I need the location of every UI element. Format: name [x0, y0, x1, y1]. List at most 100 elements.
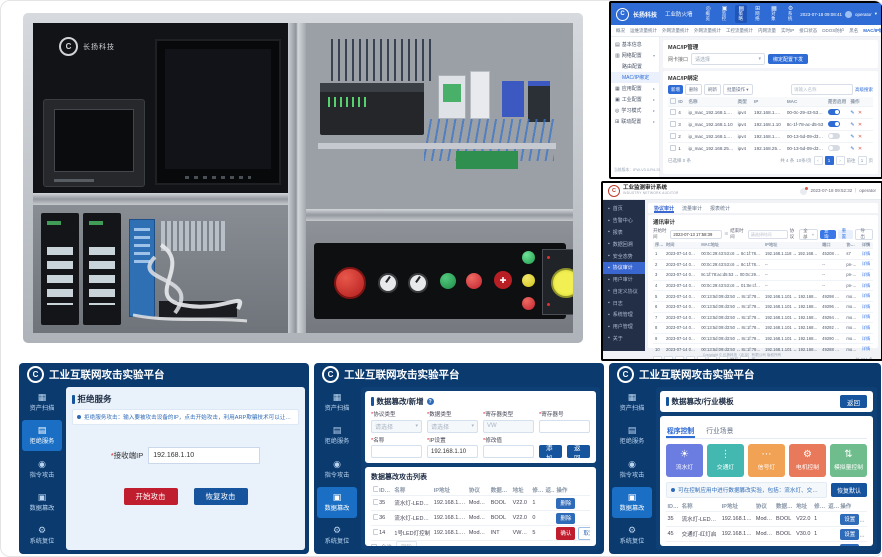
export-button[interactable]: 导出 — [855, 229, 873, 240]
calendar-icon[interactable]: ⊞ — [724, 231, 728, 237]
tab-protocol-audit[interactable]: 协议审计 — [654, 203, 674, 213]
protocol-type-select[interactable]: 请选择▾ — [371, 420, 422, 433]
search-input[interactable] — [791, 84, 853, 95]
template-tile[interactable]: ⚙ 电机控制 — [789, 444, 826, 477]
platform-sidebar-item[interactable]: ▣ 数据篡改 — [317, 487, 357, 518]
template-tile[interactable]: ⋮ 交通灯 — [707, 444, 744, 477]
edit-icon[interactable]: ✎ — [850, 122, 854, 128]
audit-sidebar-item[interactable]: ▪ 用户审计 — [603, 274, 645, 286]
firewall-nav-item[interactable]: ▤ 策略 — [735, 5, 747, 23]
delete-row-button[interactable]: 删除 — [556, 513, 575, 524]
template-tile[interactable]: ☀ 流水灯 — [666, 444, 703, 477]
add-button[interactable]: 新增 — [668, 85, 683, 94]
current-page[interactable]: 1 — [825, 156, 834, 165]
goto-page-input[interactable]: 1 — [858, 156, 867, 165]
edit-icon[interactable]: ✎ — [850, 134, 854, 140]
audit-sidebar-item[interactable]: ▪ 数据回溯 — [603, 238, 645, 250]
firewall-tab[interactable]: 外网流量统计 — [662, 28, 689, 34]
bell-icon[interactable] — [800, 188, 807, 195]
firewall-tab[interactable]: 工控流量统计 — [726, 28, 753, 34]
platform-sidebar-item[interactable]: ⚙ 系统复位 — [22, 520, 62, 551]
firewall-nav-item[interactable]: ▣ 监控 — [719, 5, 731, 23]
target-ip-input[interactable] — [148, 447, 260, 464]
firewall-tab[interactable]: 接口状态 — [799, 28, 817, 34]
delete-icon[interactable]: ✕ — [858, 146, 862, 152]
restore-default-button[interactable]: 恢复默认 — [831, 483, 867, 497]
template-tab[interactable]: 行业场景 — [705, 423, 734, 438]
audit-sidebar-item[interactable]: ▪ 用户管理 — [603, 321, 645, 333]
next-page-button[interactable]: › — [836, 156, 845, 165]
protocol-select[interactable]: 全部 ▾ — [799, 229, 818, 240]
page-size-select[interactable]: 10条/页 — [796, 158, 811, 164]
platform-sidebar-item[interactable]: ▤ 拒绝服务 — [612, 420, 652, 451]
firewall-tab[interactable]: 外网流量统计 — [694, 28, 721, 34]
back-button[interactable]: 返回 — [840, 395, 867, 408]
detail-link[interactable]: 详情 — [860, 293, 873, 299]
firewall-tab[interactable]: 黑名 — [849, 28, 858, 34]
data-type-select[interactable]: 请选择▾ — [427, 420, 478, 433]
firewall-tab[interactable]: 实时IP — [781, 28, 794, 34]
sidebar-item-linkage-config[interactable]: ⊞ 联动配置 ▸ — [611, 116, 659, 127]
set-button[interactable]: 设置 — [840, 544, 859, 547]
register-no-input[interactable] — [539, 420, 590, 433]
sidebar-item-mac-ip-binding[interactable]: MAC/IP绑定 — [611, 72, 659, 83]
firewall-nav-item[interactable]: ⚙ 系统 — [785, 5, 796, 23]
cancel-button[interactable]: 取消 — [578, 527, 590, 540]
row-checkbox[interactable] — [670, 121, 676, 127]
delete-row-button[interactable]: 删除 — [556, 498, 575, 509]
sidebar-item-basic-info[interactable]: ▤ 基本信息 — [611, 39, 659, 50]
firewall-tab[interactable]: 内网流量 — [758, 28, 776, 34]
firewall-tab[interactable]: DDOS防护 — [822, 28, 844, 34]
platform-sidebar-item[interactable]: ▦ 资产扫描 — [317, 387, 357, 418]
edit-icon[interactable]: ✎ — [850, 146, 854, 152]
nic-select[interactable]: 请选择 ▾ — [691, 53, 765, 65]
platform-sidebar-item[interactable]: ▦ 资产扫描 — [22, 387, 62, 418]
platform-sidebar-item[interactable]: ▣ 数据篡改 — [22, 487, 62, 518]
audit-sidebar-item[interactable]: ▪ 日志 — [603, 297, 645, 309]
ip-input[interactable]: 192.168.1.10 — [427, 445, 478, 458]
firewall-user-menu[interactable]: operator — [855, 12, 872, 17]
platform-sidebar-item[interactable]: ◉ 指令攻击 — [22, 453, 62, 484]
audit-sidebar-item[interactable]: ▪ 系统管理 — [603, 309, 645, 321]
platform-sidebar-item[interactable]: ◉ 指令攻击 — [612, 453, 652, 484]
enable-toggle[interactable] — [828, 145, 840, 151]
row-checkbox[interactable] — [670, 109, 676, 115]
detail-link[interactable]: 详情 — [860, 304, 873, 310]
firewall-tab[interactable]: MAC/IP绑定 — [863, 28, 881, 34]
platform-sidebar-item[interactable]: ▤ 拒绝服务 — [317, 420, 357, 451]
more-button[interactable]: 更多 — [861, 543, 867, 547]
firewall-tab[interactable]: 概况 — [616, 28, 625, 34]
tab-flow-audit[interactable]: 流量审计 — [682, 205, 702, 212]
platform-sidebar-item[interactable]: ⚙ 系统复位 — [317, 520, 357, 551]
sidebar-item-industry-config[interactable]: ▣ 工业配置 ▸ — [611, 94, 659, 105]
delete-icon[interactable]: ✕ — [858, 110, 862, 116]
detail-link[interactable]: 详情 — [860, 336, 873, 342]
info-icon[interactable]: ? — [427, 398, 434, 405]
sidebar-item-route-config[interactable]: 路由配置 — [611, 61, 659, 72]
set-button[interactable]: 设置 — [840, 529, 859, 540]
query-button[interactable]: 查询 — [820, 230, 836, 239]
firewall-nav-item[interactable]: ◎ 概览 — [703, 5, 714, 23]
enable-toggle[interactable] — [828, 109, 840, 115]
platform-sidebar-item[interactable]: ▦ 资产扫描 — [612, 387, 652, 418]
platform-sidebar-item[interactable]: ▤ 拒绝服务 — [22, 420, 62, 451]
detail-link[interactable]: 详情 — [860, 314, 873, 320]
audit-sidebar-item[interactable]: ▪ 协议审计 — [603, 262, 645, 274]
tab-report-stats[interactable]: 报表统计 — [710, 205, 730, 212]
refresh-button[interactable]: 刷新 — [704, 84, 721, 95]
delete-icon[interactable]: ✕ — [858, 134, 862, 140]
row-checkbox[interactable] — [670, 145, 676, 151]
end-time-input[interactable] — [748, 230, 788, 239]
platform-sidebar-item[interactable]: ▣ 数据篡改 — [612, 487, 652, 518]
audit-sidebar-item[interactable]: ▪ 关于 — [603, 333, 645, 345]
set-button[interactable]: 设置 — [840, 514, 859, 525]
back-button[interactable]: 返回 — [567, 445, 590, 458]
restore-attack-button[interactable]: 恢复攻击 — [194, 488, 248, 505]
batch-delete-button[interactable]: 删除 — [396, 541, 417, 546]
firewall-tab[interactable]: 运维流量统计 — [630, 28, 657, 34]
prev-page-button[interactable]: ‹ — [814, 156, 823, 165]
platform-sidebar-item[interactable]: ⚙ 系统复位 — [612, 520, 652, 551]
firewall-nav-item[interactable]: ▦ 对象 — [768, 5, 780, 23]
audit-sidebar-item[interactable]: ▪ 首页 — [603, 203, 645, 215]
add-button[interactable]: 添加 — [539, 445, 562, 458]
